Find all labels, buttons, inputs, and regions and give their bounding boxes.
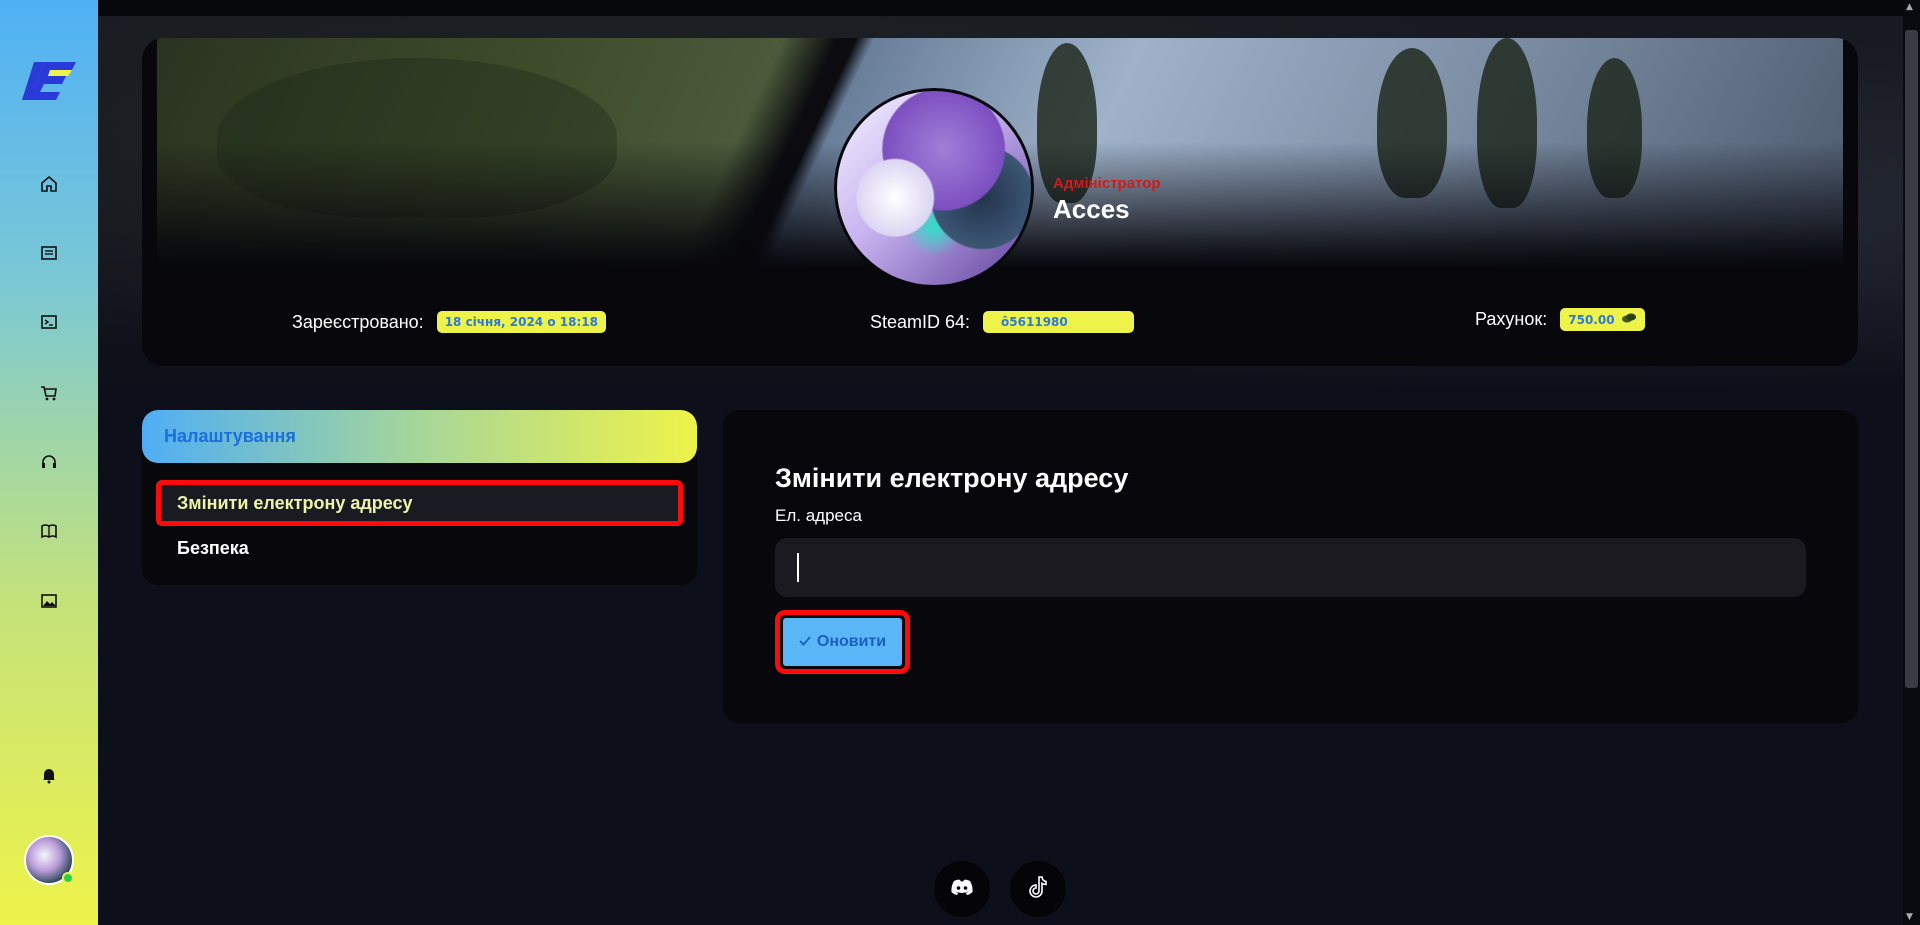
balance-label: Рахунок: (1475, 309, 1548, 329)
online-status-indicator (62, 872, 74, 884)
gallery-icon (40, 592, 58, 614)
news-icon (40, 244, 58, 266)
scroll-down-arrow[interactable]: ▼ (1906, 912, 1913, 922)
site-logo[interactable] (20, 58, 78, 100)
terminal-icon (40, 313, 58, 335)
user-role: Адміністратор (1053, 175, 1161, 192)
nav-home[interactable] (37, 174, 61, 198)
tiktok-icon (1028, 876, 1048, 902)
cart-icon (40, 384, 58, 406)
update-button-inner: Оновити (783, 618, 902, 666)
discord-button[interactable] (934, 861, 990, 917)
username: Acces (1053, 194, 1130, 224)
registered-date-badge: 18 січня, 2024 о 18:18 (436, 311, 606, 333)
balance-badge: 750.00 (1560, 308, 1645, 331)
settings-menu: Налаштування Змінити електрону адресу Бе… (142, 410, 697, 585)
book-icon (40, 522, 58, 544)
home-icon (40, 175, 58, 197)
text-cursor (797, 553, 799, 582)
steamid-stat: SteamID 64: ô5611980 (870, 311, 1135, 333)
menu-item-change-email[interactable]: Змінити електрону адресу (156, 480, 683, 526)
balance-stat: Рахунок: 750.00 (1475, 308, 1645, 331)
change-email-form: Змінити електрону адресу Ел. адреса Онов… (723, 410, 1858, 723)
scroll-up-arrow[interactable]: ▲ (1906, 2, 1913, 12)
notifications-button[interactable] (37, 765, 61, 789)
profile-avatar (834, 88, 1034, 288)
balance-value: 750.00 (1568, 312, 1615, 327)
nav-rules[interactable] (37, 521, 61, 545)
steamid-badge[interactable]: ô5611980 (983, 311, 1135, 333)
steamid-label: SteamID 64: (870, 311, 971, 332)
nav-support[interactable] (37, 452, 61, 476)
registered-stat: Зареєстровано: 18 січня, 2024 о 18:18 (292, 311, 606, 333)
bell-icon (40, 766, 58, 788)
menu-item-security[interactable]: Безпека (156, 525, 683, 571)
email-input[interactable] (775, 538, 1806, 597)
top-bar (98, 0, 1920, 16)
email-field-label: Ел. адреса (775, 506, 862, 525)
sidebar (0, 0, 98, 925)
form-title: Змінити електрону адресу (775, 463, 1129, 493)
update-button[interactable]: Оновити (775, 610, 910, 674)
registered-label: Зареєстровано: (292, 311, 424, 332)
check-icon (799, 633, 811, 651)
settings-menu-title: Налаштування (142, 410, 697, 463)
discord-icon (950, 878, 974, 900)
nav-terminal[interactable] (37, 312, 61, 336)
tiktok-button[interactable] (1010, 861, 1066, 917)
scrollbar-thumb[interactable] (1905, 30, 1918, 688)
nav-gallery[interactable] (37, 591, 61, 615)
headset-icon (40, 453, 58, 475)
coins-icon (1621, 312, 1637, 327)
nav-news[interactable] (37, 243, 61, 267)
nav-shop[interactable] (37, 383, 61, 407)
update-button-label: Оновити (816, 633, 887, 650)
